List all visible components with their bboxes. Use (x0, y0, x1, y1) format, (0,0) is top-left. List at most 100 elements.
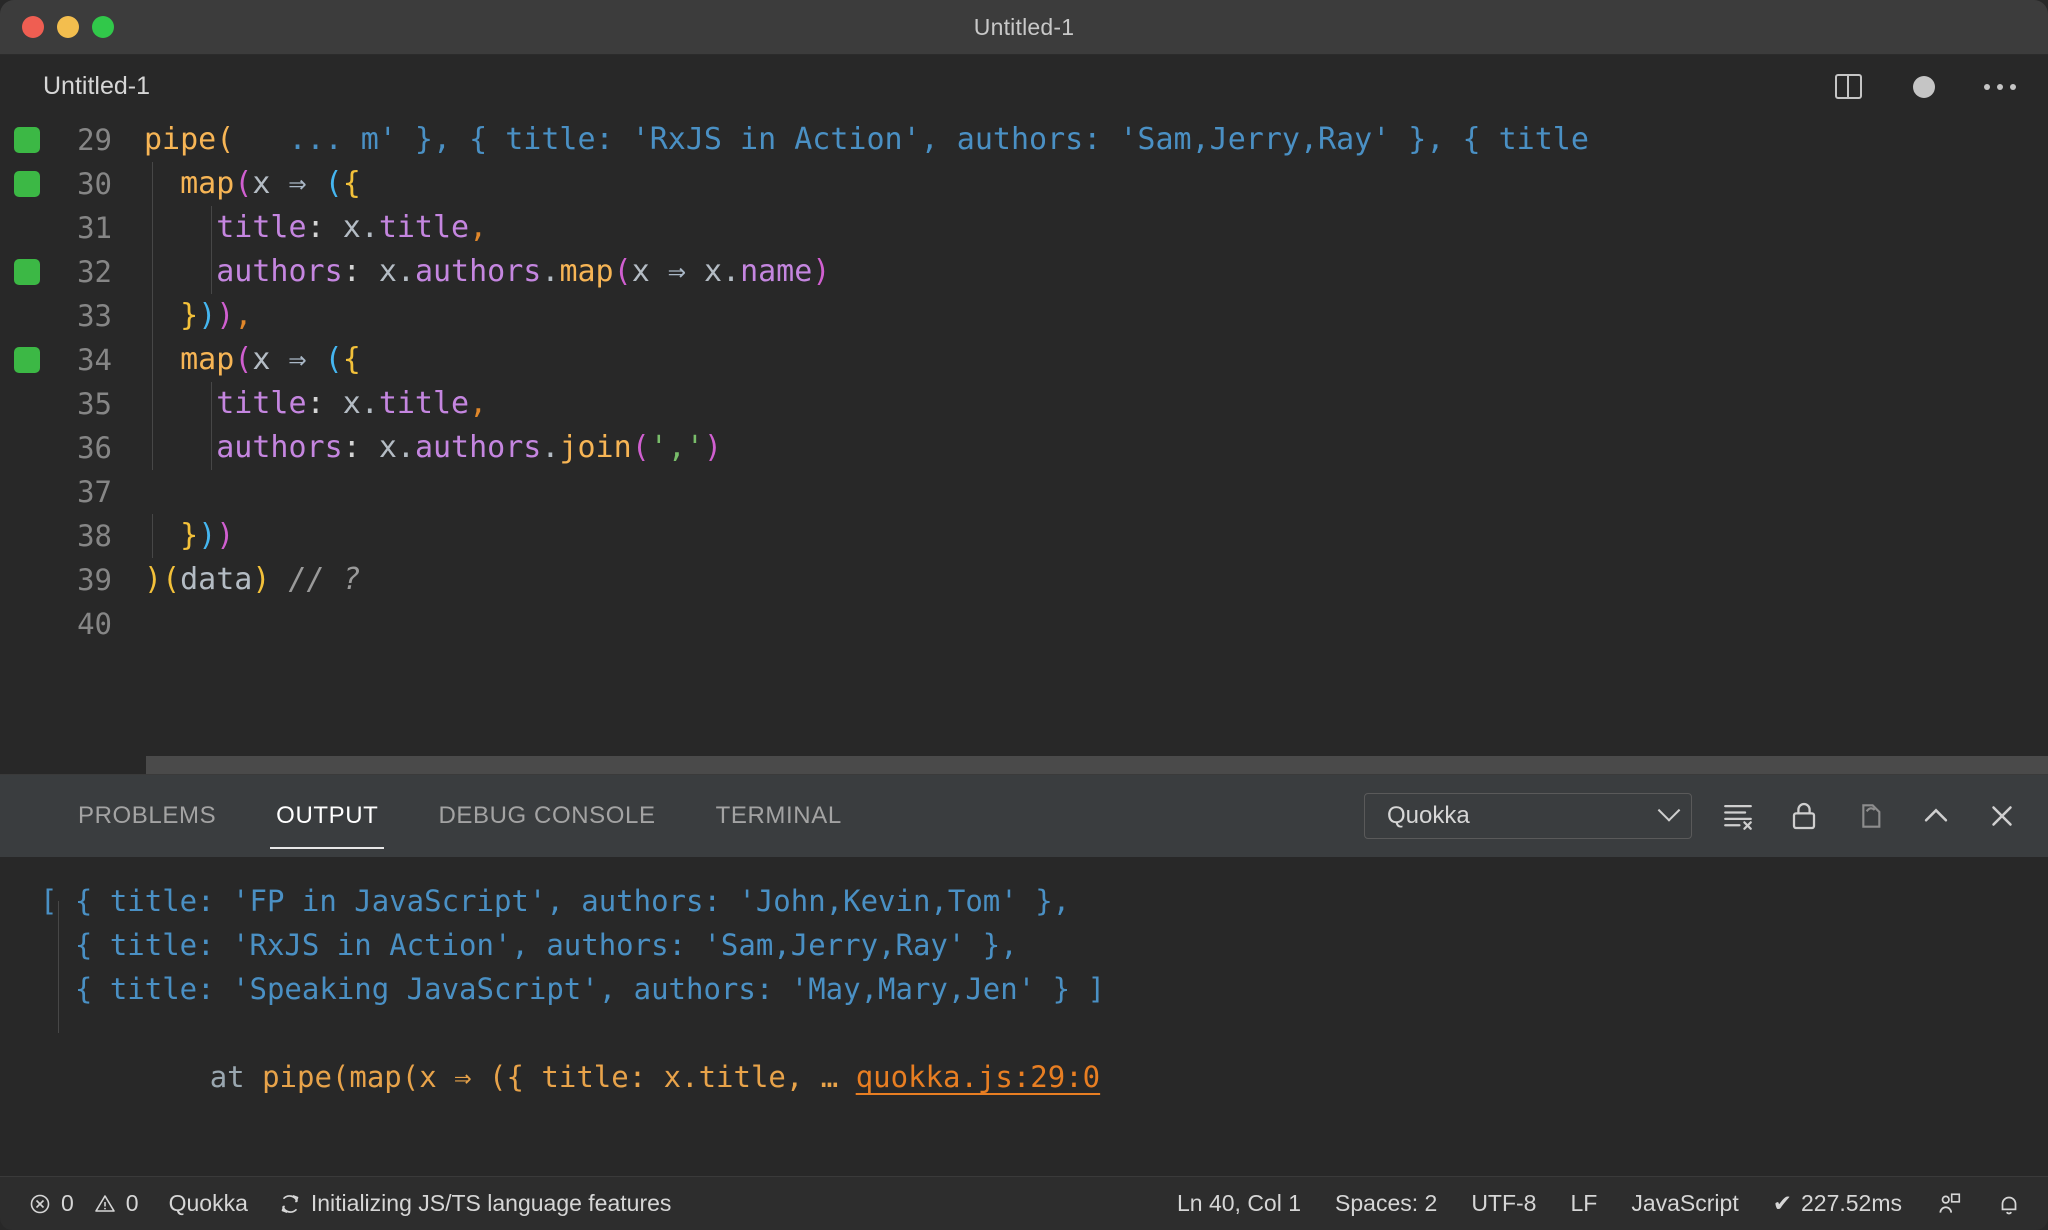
code-content: )(data) // ? (144, 562, 361, 597)
quokka-live-marker-icon (14, 347, 40, 373)
status-bar: 0 0 Quokka Initializing JS/TS language f… (0, 1176, 2048, 1230)
quokka-label: Quokka (168, 1190, 248, 1216)
output-channel-select[interactable]: Quokka (1364, 793, 1692, 839)
chevron-up-icon (1924, 808, 1948, 822)
editor-horizontal-scrollbar[interactable] (146, 756, 2048, 774)
stack-source-link[interactable]: quokka.js:29:0 (856, 1060, 1100, 1094)
open-in-editor-button[interactable] (1850, 796, 1890, 836)
code-content: authors: x.authors.map(x ⇒ x.name) (130, 250, 830, 294)
error-count: 0 (61, 1190, 74, 1216)
split-editor-button[interactable] (1828, 67, 1868, 107)
code-line-34: 34 map(x ⇒ ({ (0, 338, 2048, 382)
code-line-39: 39 )(data) // ? (0, 558, 2048, 602)
error-icon (28, 1192, 52, 1216)
line-number: 36 (77, 431, 112, 465)
editor-tab-untitled-1[interactable]: Untitled-1 (0, 55, 180, 118)
eol-setting[interactable]: LF (1570, 1190, 1597, 1217)
tab-output[interactable]: OUTPUT (246, 775, 408, 857)
output-line: { title: 'RxJS in Action', authors: 'Sam… (40, 928, 1018, 962)
editor-tab-bar: Untitled-1 (0, 55, 2048, 118)
output-channel-value: Quokka (1387, 802, 1470, 829)
code-line-33: 33 })), (0, 294, 2048, 338)
problems-status[interactable]: 0 0 (28, 1190, 139, 1217)
output-content[interactable]: [ { title: 'FP in JavaScript', authors: … (0, 857, 2048, 1176)
fat-arrow-ligature: ⇒ (288, 166, 307, 201)
line-number: 40 (77, 607, 112, 641)
warning-count: 0 (125, 1190, 139, 1216)
sync-icon (278, 1192, 302, 1216)
language-mode[interactable]: JavaScript (1631, 1190, 1738, 1217)
code-line-35: 35 title: x.title, (0, 382, 2048, 426)
tab-label: TERMINAL (715, 802, 842, 829)
token-map: map (180, 166, 235, 201)
tab-label: PROBLEMS (78, 802, 217, 829)
stack-prefix: at (209, 1060, 263, 1094)
traffic-light-controls (0, 16, 114, 38)
close-button[interactable] (22, 16, 44, 38)
code-line-40: 40 (0, 602, 2048, 646)
code-line-31: 31 title: x.title, (0, 206, 2048, 250)
code-content: map(x ⇒ ({ (130, 338, 361, 382)
unsaved-dot-icon (1913, 75, 1935, 98)
quokka-inline-value: ... m' }, { title: 'RxJS in Action', aut… (234, 122, 1589, 157)
quokka-status[interactable]: Quokka (169, 1190, 248, 1217)
maximize-panel-button[interactable] (1916, 796, 1956, 836)
code-line-29: 29 pipe( ... m' }, { title: 'RxJS in Act… (0, 118, 2048, 162)
close-panel-button[interactable] (1982, 796, 2022, 836)
status-bar-right: Ln 40, Col 1 Spaces: 2 UTF-8 LF JavaScri… (1177, 1190, 2048, 1217)
token-pipe: pipe( (144, 122, 235, 157)
quokka-live-marker-icon (14, 259, 40, 285)
lock-scroll-button[interactable] (1784, 796, 1824, 836)
notifications-button[interactable] (1996, 1191, 2022, 1217)
line-number: 35 (77, 387, 112, 421)
tab-label: OUTPUT (276, 802, 379, 829)
clear-output-icon (1724, 804, 1752, 830)
stack-body: pipe(map(x ⇒ ({ title: x.title, … (262, 1060, 856, 1094)
language-task-status[interactable]: Initializing JS/TS language features (278, 1190, 672, 1217)
indentation-setting[interactable]: Spaces: 2 (1335, 1190, 1437, 1217)
code-comment: // ? (288, 562, 361, 597)
remote-account-icon (1939, 1192, 1961, 1213)
output-line: { title: 'Speaking JavaScript', authors:… (40, 972, 1106, 1006)
bottom-panel: PROBLEMS OUTPUT DEBUG CONSOLE TERMINAL Q… (0, 774, 2048, 1176)
check-icon: ✔ (1772, 1190, 1792, 1216)
code-content: pipe( ... m' }, { title: 'RxJS in Action… (130, 118, 1589, 162)
tab-problems[interactable]: PROBLEMS (48, 775, 246, 857)
clear-output-button[interactable] (1718, 796, 1758, 836)
editor-actions (1828, 67, 2020, 107)
line-number: 37 (77, 475, 112, 509)
close-icon (1992, 806, 2012, 826)
tab-terminal[interactable]: TERMINAL (686, 775, 872, 857)
zoom-button[interactable] (92, 16, 114, 38)
open-in-editor-icon (1862, 804, 1881, 828)
code-content: map(x ⇒ ({ (130, 162, 361, 206)
warning-icon (93, 1192, 117, 1216)
window-titlebar: Untitled-1 (0, 0, 2048, 55)
quokka-timing[interactable]: ✔ 227.52ms (1773, 1190, 1902, 1217)
task-label: Initializing JS/TS language features (310, 1190, 672, 1216)
remote-account-button[interactable] (1936, 1191, 1962, 1217)
split-editor-icon (1834, 74, 1862, 99)
output-line: [ { title: 'FP in JavaScript', authors: … (40, 884, 1071, 918)
code-content: authors: x.authors.join(',') (130, 426, 722, 470)
bell-icon (2001, 1196, 2017, 1214)
minimize-button[interactable] (57, 16, 79, 38)
tab-debug-console[interactable]: DEBUG CONSOLE (408, 775, 685, 857)
vscode-window: Untitled-1 Untitled-1 29 pipe( ... m' },… (0, 0, 2048, 1230)
unsaved-indicator-button[interactable] (1904, 67, 1944, 107)
panel-toolbar: Quokka (1364, 793, 2022, 839)
timing-value: 227.52ms (1800, 1190, 1902, 1216)
tab-label: DEBUG CONSOLE (438, 802, 656, 829)
cursor-position[interactable]: Ln 40, Col 1 (1177, 1190, 1301, 1217)
code-content: })), (130, 294, 252, 338)
status-bar-left: 0 0 Quokka Initializing JS/TS language f… (0, 1190, 671, 1217)
quokka-live-marker-icon (14, 127, 40, 153)
code-editor[interactable]: 29 pipe( ... m' }, { title: 'RxJS in Act… (0, 118, 2048, 774)
more-actions-button[interactable] (1980, 67, 2020, 107)
editor-tab-label: Untitled-1 (43, 72, 150, 100)
code-content: })) (130, 514, 234, 558)
code-content: title: x.title, (130, 382, 487, 426)
line-number: 39 (77, 563, 112, 597)
encoding-setting[interactable]: UTF-8 (1471, 1190, 1536, 1217)
window-title: Untitled-1 (973, 13, 1075, 40)
